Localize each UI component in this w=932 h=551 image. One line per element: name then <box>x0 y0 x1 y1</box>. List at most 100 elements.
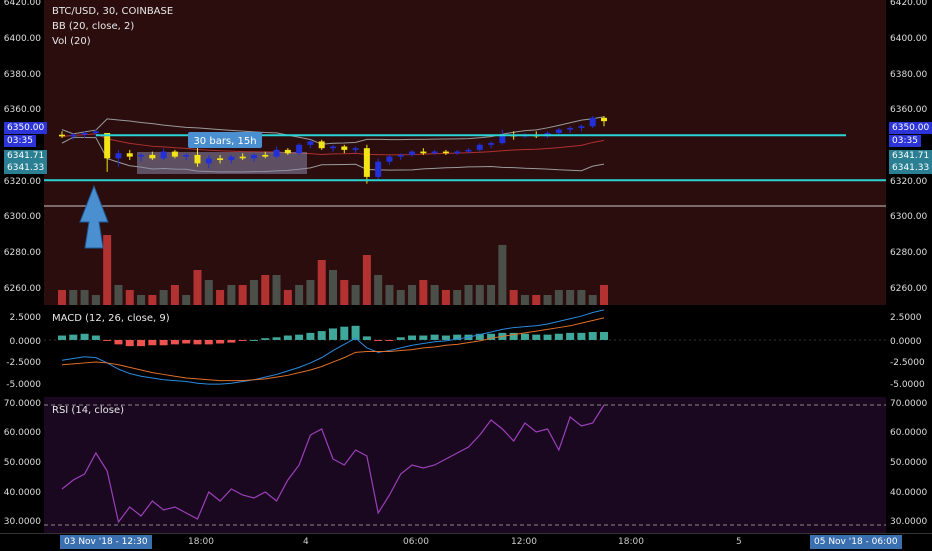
macd-histogram-bar <box>249 339 258 341</box>
price-tick: 6300.00 <box>3 212 41 222</box>
countdown-label: 03:35 <box>889 135 921 147</box>
macd-histogram-bar <box>261 338 270 340</box>
volume-bar <box>351 285 360 305</box>
countdown-label: 03:35 <box>4 135 36 147</box>
volume-bar <box>532 295 541 305</box>
candle-body <box>239 156 246 159</box>
volume-bar <box>396 290 405 305</box>
candle-body <box>589 117 596 127</box>
candle-body <box>205 158 212 164</box>
candle-body <box>363 148 370 177</box>
rsi-tick: 70.0000 <box>3 399 41 409</box>
macd-tick: 2.5000 <box>890 313 922 323</box>
price-tick: 6280.00 <box>3 248 41 258</box>
rsi-tick: 50.0000 <box>890 458 928 468</box>
volume-bar <box>159 290 168 305</box>
bollinger-upper-line <box>61 116 605 145</box>
candle-body <box>409 151 416 155</box>
rsi-tick: 60.0000 <box>890 428 928 438</box>
volume-bar <box>295 285 304 305</box>
candle-body <box>149 154 156 159</box>
right-price-axis[interactable]: 6420.00 6400.00 6380.00 6360.00 6320.00 … <box>886 0 932 533</box>
rsi-pane[interactable]: RSI (14, close) <box>44 397 886 533</box>
volume-bar <box>464 285 473 305</box>
price-tick: 6380.00 <box>3 70 41 80</box>
macd-legend: MACD (12, 26, close, 9) <box>52 313 170 324</box>
volume-bar <box>306 280 315 305</box>
candle-body <box>318 141 325 149</box>
candle-body <box>386 156 393 162</box>
macd-histogram-bar <box>125 339 134 347</box>
volume-bar <box>58 290 66 305</box>
volume-bar <box>385 285 394 305</box>
volume-bar <box>453 290 462 305</box>
line-price-label: 6341.71 <box>889 150 932 162</box>
volume-bar <box>261 275 270 305</box>
macd-histogram-bar <box>419 335 428 340</box>
candle-body <box>81 132 88 135</box>
time-tick: 12:00 <box>511 537 537 547</box>
line-price-label: 6341.33 <box>889 162 932 174</box>
volume-bar <box>498 245 507 305</box>
price-tick: 6320.00 <box>890 177 928 187</box>
macd-histogram-bar <box>238 339 247 341</box>
rsi-chart[interactable] <box>44 397 886 533</box>
volume-bar <box>340 280 349 305</box>
macd-histogram-bar <box>114 339 123 345</box>
candle-body <box>555 129 562 133</box>
macd-histogram-bar <box>588 331 597 340</box>
candle-body <box>341 146 348 150</box>
macd-histogram-bar <box>408 335 417 340</box>
macd-histogram-bar <box>159 339 168 346</box>
macd-histogram-bar <box>362 336 371 340</box>
price-tick: 6360.00 <box>3 105 41 115</box>
time-tick: 5 <box>736 537 742 547</box>
volume-bar <box>441 290 450 305</box>
candle-body <box>228 156 235 161</box>
macd-histogram-bar <box>441 335 450 340</box>
volume-bar <box>408 285 417 305</box>
time-axis[interactable]: 03 Nov '18 - 12:30 18:00 4 06:00 12:00 1… <box>0 533 932 551</box>
price-chart[interactable]: 30 bars, 15h <box>44 0 886 305</box>
price-tick: 6360.00 <box>890 105 928 115</box>
volume-bar <box>283 290 292 305</box>
macd-histogram-bar <box>329 328 337 340</box>
rsi-tick: 50.0000 <box>3 458 41 468</box>
macd-histogram-bar <box>103 339 112 341</box>
price-pane[interactable]: 30 bars, 15h BTC/USD, 30, COINBASE BB (2… <box>44 0 886 305</box>
volume-bar <box>148 295 157 305</box>
macd-histogram-bar <box>577 332 586 340</box>
macd-histogram-bar <box>216 339 225 344</box>
macd-histogram-bar <box>283 335 292 340</box>
measure-label: 30 bars, 15h <box>188 132 262 148</box>
left-price-axis[interactable]: 6420.00 6400.00 6380.00 6360.00 6320.00 … <box>0 0 48 533</box>
volume-bar <box>238 285 247 305</box>
macd-tick: 0.0000 <box>890 337 922 347</box>
candle-body <box>567 127 574 130</box>
macd-histogram-bar <box>204 339 213 345</box>
price-tick: 6380.00 <box>890 70 928 80</box>
line-price-label: 6341.71 <box>4 150 48 162</box>
rsi-tick: 60.0000 <box>3 428 41 438</box>
macd-chart[interactable] <box>44 305 886 397</box>
measure-label-text: 30 bars, 15h <box>193 136 256 147</box>
candle-body <box>70 134 77 137</box>
volume-bar <box>577 290 586 305</box>
candle-body <box>160 151 167 159</box>
candle-body <box>442 151 449 154</box>
time-tick: 4 <box>303 537 309 547</box>
volume-bar <box>509 290 518 305</box>
macd-histogram-bar <box>193 339 202 345</box>
macd-pane[interactable]: MACD (12, 26, close, 9) <box>44 305 886 397</box>
time-tick: 18:00 <box>618 537 644 547</box>
candle-body <box>397 154 404 157</box>
last-price-label: 6350.00 <box>4 122 48 134</box>
candle-body <box>352 148 359 150</box>
macd-histogram-bar <box>374 339 383 341</box>
candle-body <box>115 153 122 159</box>
macd-histogram-bar <box>272 337 281 340</box>
volume-bar <box>182 295 191 305</box>
price-tick: 6420.00 <box>3 0 41 8</box>
macd-tick: 0.0000 <box>9 337 42 347</box>
volume-bar <box>272 275 281 305</box>
